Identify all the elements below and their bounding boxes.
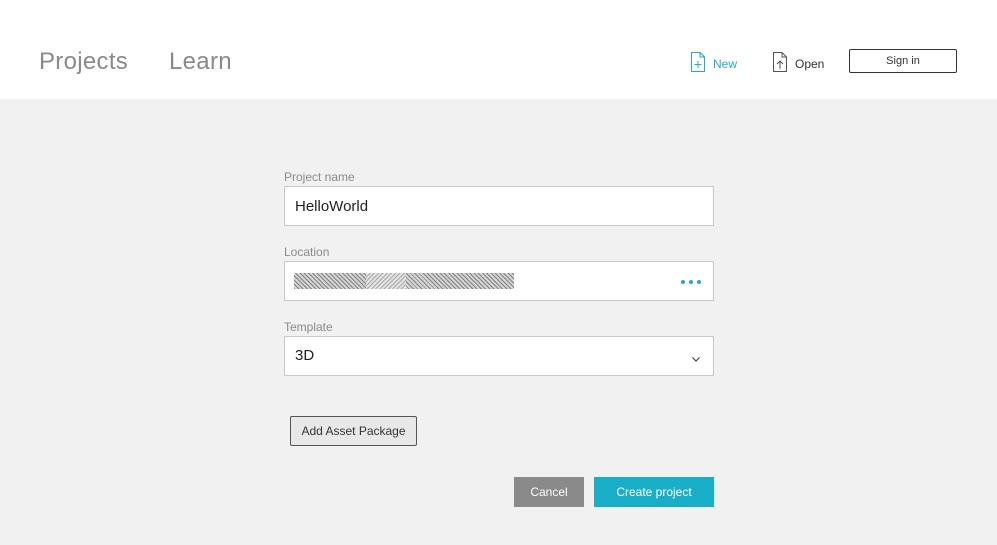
- sign-in-button[interactable]: Sign in: [849, 49, 957, 73]
- tab-learn[interactable]: Learn: [169, 48, 232, 76]
- add-asset-package-button[interactable]: Add Asset Package: [290, 416, 417, 446]
- new-label: New: [713, 57, 738, 71]
- template-label: Template: [284, 320, 333, 334]
- chevron-down-icon: [691, 351, 701, 362]
- location-field[interactable]: [284, 261, 714, 301]
- open-file-icon: [772, 52, 788, 72]
- top-header: Projects Learn New Open Sign in: [0, 0, 997, 99]
- location-label: Location: [284, 245, 330, 259]
- location-path-redacted: [294, 273, 514, 289]
- tab-projects[interactable]: Projects: [39, 48, 128, 76]
- new-project-button[interactable]: New: [690, 52, 737, 72]
- ellipsis-icon[interactable]: [681, 274, 701, 290]
- project-name-field-container: [284, 186, 714, 226]
- new-file-icon: [690, 52, 706, 72]
- open-label: Open: [795, 57, 825, 71]
- open-project-button[interactable]: Open: [772, 52, 824, 72]
- project-name-label: Project name: [284, 170, 355, 184]
- template-select[interactable]: 3D: [284, 336, 714, 376]
- cancel-button[interactable]: Cancel: [514, 477, 584, 507]
- create-project-button[interactable]: Create project: [594, 477, 714, 507]
- project-name-input[interactable]: [295, 187, 695, 225]
- template-selected-value: 3D: [295, 347, 315, 364]
